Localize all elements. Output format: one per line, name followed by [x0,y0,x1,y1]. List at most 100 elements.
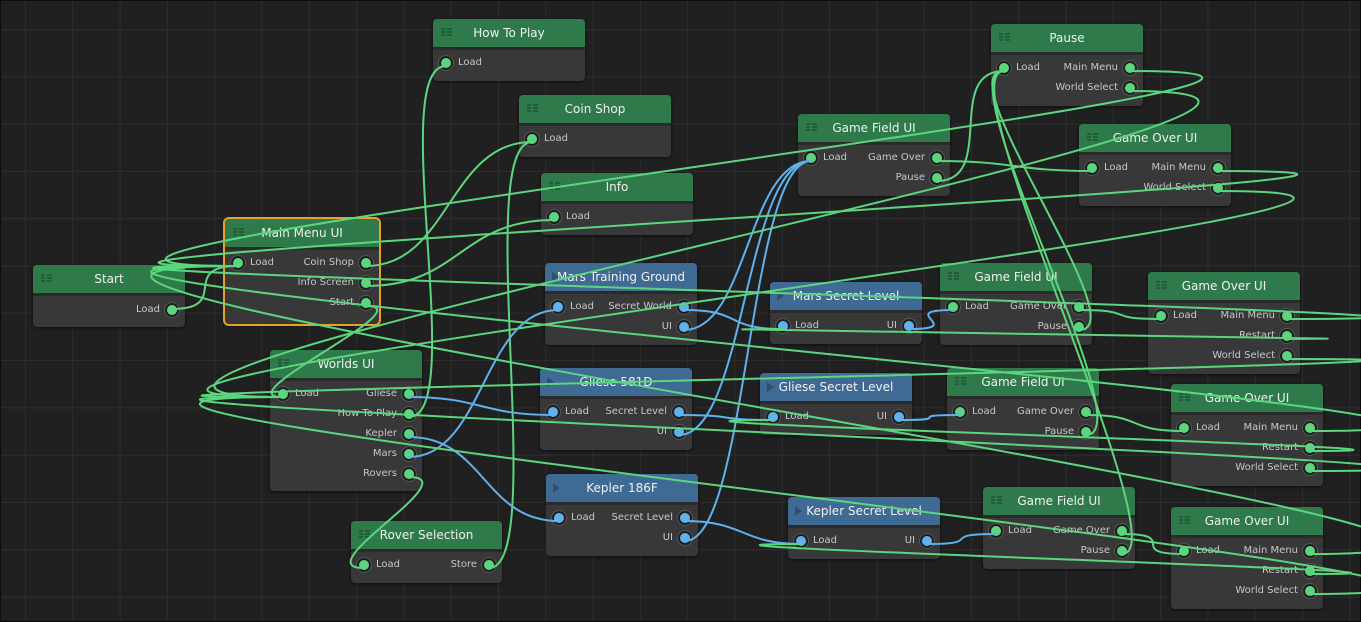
node-kepler-186f[interactable]: Kepler 186F Load Secret Level UI [546,474,698,556]
port-socket-icon[interactable] [359,256,373,270]
port-socket-icon[interactable] [766,410,780,424]
node-mars-training-ground[interactable]: Mars Training Ground Load Secret World UI [545,263,697,345]
node-header[interactable]: Coin Shop [519,95,671,126]
input-port[interactable]: Load [1154,306,1197,326]
output-port[interactable]: World Select [1143,178,1225,198]
input-port[interactable]: Load [804,148,847,168]
output-port[interactable]: Game Over [1010,297,1086,317]
output-port[interactable]: Game Over [1053,521,1129,541]
node-gliese-secret-level[interactable]: Gliese Secret Level Load UI [760,373,912,435]
port-socket-icon[interactable] [402,447,416,461]
input-port[interactable]: Load [231,253,274,273]
port-socket-icon[interactable] [1123,61,1137,75]
input-port[interactable]: Load [997,58,1040,78]
port-socket-icon[interactable] [231,256,245,270]
node-header[interactable]: Pause [991,24,1143,55]
port-socket-icon[interactable] [892,410,906,424]
node-header[interactable]: Game Field UI [940,263,1092,294]
node-game-over-ui-3[interactable]: Game Over UI Load Main Menu Restart World Se… [1171,384,1323,486]
node-header[interactable]: Kepler Secret Level [788,497,940,528]
output-port[interactable]: Main Menu [1243,541,1317,561]
port-socket-icon[interactable] [1177,544,1191,558]
node-header[interactable]: Gliese 581D [540,368,692,399]
node-game-over-ui-2[interactable]: Game Over UI Load Main Menu Restart World Se… [1148,272,1300,374]
port-socket-icon[interactable] [677,320,691,334]
node-header[interactable]: Game Over UI [1171,507,1323,538]
port-socket-icon[interactable] [1072,300,1086,314]
node-header[interactable]: Gliese Secret Level [760,373,912,404]
port-socket-icon[interactable] [804,151,818,165]
output-port[interactable]: Main Menu [1220,306,1294,326]
port-socket-icon[interactable] [1303,421,1317,435]
output-port[interactable]: Restart [1239,326,1294,346]
input-port[interactable]: Load [551,297,594,317]
input-port[interactable]: Load [766,407,809,427]
port-socket-icon[interactable] [930,151,944,165]
output-port[interactable]: Start [330,293,373,313]
output-port[interactable]: World Select [1055,78,1137,98]
output-port[interactable]: Kepler [365,424,416,444]
port-socket-icon[interactable] [1280,329,1294,343]
input-port[interactable]: Load [1177,418,1220,438]
port-socket-icon[interactable] [1115,524,1129,538]
output-port[interactable]: Pause [1038,317,1086,337]
port-socket-icon[interactable] [1072,320,1086,334]
node-header[interactable]: Game Over UI [1079,124,1231,155]
port-socket-icon[interactable] [546,405,560,419]
node-game-field-ui-1[interactable]: Game Field UI Load Game Over Pause [798,114,950,196]
output-port[interactable]: Game Over [868,148,944,168]
output-port[interactable]: UI [877,407,906,427]
node-header[interactable]: Info [541,173,693,204]
output-port[interactable]: Gliese [366,384,416,404]
port-socket-icon[interactable] [1303,584,1317,598]
port-socket-icon[interactable] [1303,544,1317,558]
port-socket-icon[interactable] [1177,421,1191,435]
output-port[interactable]: Restart [1262,438,1317,458]
input-port[interactable]: Load [776,316,819,336]
port-socket-icon[interactable] [1154,309,1168,323]
port-socket-icon[interactable] [402,427,416,441]
port-socket-icon[interactable] [930,171,944,185]
node-header[interactable]: Game Field UI [983,487,1135,518]
node-main-menu-ui[interactable]: Main Menu UI Load Coin Shop Info Screen Star… [223,217,381,326]
port-socket-icon[interactable] [547,210,561,224]
port-socket-icon[interactable] [776,319,790,333]
node-header[interactable]: Game Over UI [1171,384,1323,415]
input-port[interactable]: Load [525,129,568,149]
output-port[interactable]: Coin Shop [303,253,373,273]
output-port[interactable]: Main Menu [1063,58,1137,78]
port-socket-icon[interactable] [678,511,692,525]
node-rover-selection[interactable]: Rover Selection Load Store [351,521,502,583]
node-header[interactable]: Game Field UI [798,114,950,145]
output-port[interactable]: Pause [896,168,944,188]
output-port[interactable]: Main Menu [1151,158,1225,178]
input-port[interactable]: Load [276,384,319,404]
port-socket-icon[interactable] [1280,349,1294,363]
port-socket-icon[interactable] [1211,161,1225,175]
node-coin-shop[interactable]: Coin Shop Load [519,95,671,157]
port-socket-icon[interactable] [677,300,691,314]
port-socket-icon[interactable] [946,300,960,314]
output-port[interactable]: Pause [1045,422,1093,442]
input-port[interactable]: Load [794,531,837,551]
output-port[interactable]: UI [905,531,934,551]
output-port[interactable]: World Select [1212,346,1294,366]
input-port[interactable]: Load [546,402,589,422]
node-header[interactable]: Game Field UI [947,368,1099,399]
node-header[interactable]: Rover Selection [351,521,502,552]
port-socket-icon[interactable] [357,558,371,572]
node-pause[interactable]: Pause Load Main Menu World Select [991,24,1143,106]
port-socket-icon[interactable] [359,296,373,310]
input-port[interactable]: Load [547,207,590,227]
port-socket-icon[interactable] [953,405,967,419]
port-socket-icon[interactable] [1079,425,1093,439]
output-port[interactable]: Secret World [608,297,691,317]
output-port[interactable]: Pause [1081,541,1129,561]
node-game-over-ui-1[interactable]: Game Over UI Load Main Menu World Select [1079,124,1231,206]
output-port[interactable]: Game Over [1017,402,1093,422]
input-port[interactable]: Load [953,402,996,422]
output-port[interactable]: UI [662,317,691,337]
node-header[interactable]: Worlds UI [270,350,422,381]
port-socket-icon[interactable] [551,300,565,314]
port-socket-icon[interactable] [794,534,808,548]
